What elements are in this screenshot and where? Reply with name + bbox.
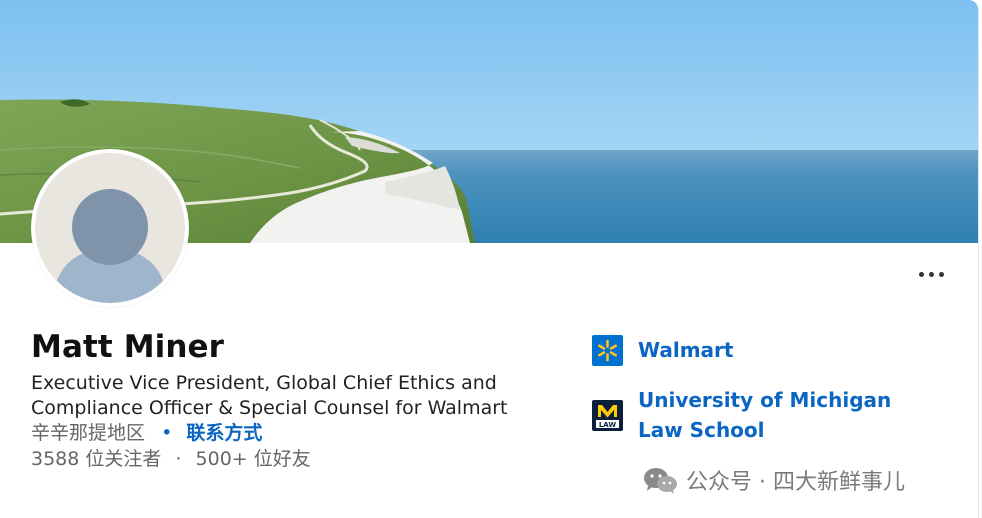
profile-name: Matt Miner xyxy=(31,329,225,365)
current-company-walmart[interactable]: Walmart xyxy=(592,335,733,366)
michigan-law-logo-icon: LAW xyxy=(592,400,623,431)
school-name: University of Michigan Law School xyxy=(638,388,892,442)
wechat-icon xyxy=(644,468,677,494)
dot-separator: · xyxy=(175,448,182,470)
walmart-logo-icon xyxy=(592,335,623,366)
more-actions-button[interactable] xyxy=(912,260,952,288)
watermark-text: 公众号 · 四大新鲜事儿 xyxy=(686,470,905,495)
company-name: Walmart xyxy=(638,338,734,362)
more-dot xyxy=(929,272,934,277)
bullet-separator: • xyxy=(161,422,173,444)
more-dot xyxy=(919,272,924,277)
education-michigan-law[interactable]: LAW University of Michigan Law School xyxy=(592,385,938,445)
profile-avatar[interactable] xyxy=(31,149,189,307)
svg-text:LAW: LAW xyxy=(599,421,617,429)
followers-count[interactable]: 3588 位关注者 xyxy=(31,448,161,470)
connections-count[interactable]: 500+ 位好友 xyxy=(196,448,311,470)
profile-headline: Executive Vice President, Global Chief E… xyxy=(31,372,508,419)
network-counts: 3588 位关注者 · 500+ 位好友 xyxy=(31,447,311,471)
avatar-placeholder-icon xyxy=(35,153,185,303)
more-dot xyxy=(939,272,944,277)
watermark: 公众号 · 四大新鲜事儿 xyxy=(640,463,905,497)
profile-card: Matt Miner Executive Vice President, Glo… xyxy=(0,0,979,518)
location-line: 辛辛那提地区 • 联系方式 xyxy=(31,421,262,445)
profile-location: 辛辛那提地区 xyxy=(31,422,146,444)
contact-info-link[interactable]: 联系方式 xyxy=(186,422,262,444)
